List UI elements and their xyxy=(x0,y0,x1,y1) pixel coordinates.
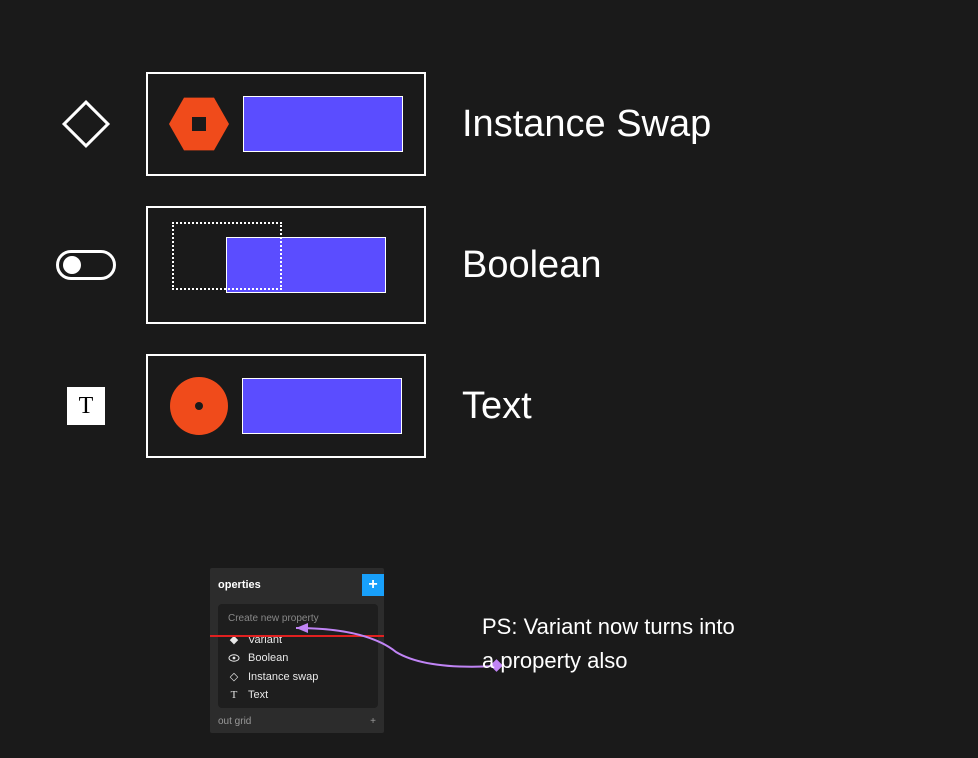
row-instance-swap: Instance Swap xyxy=(26,72,711,176)
menu-item-text[interactable]: T Text xyxy=(218,686,378,704)
menu-title: Create new property xyxy=(218,608,378,630)
toggle-icon xyxy=(56,250,116,280)
circle-icon xyxy=(170,377,228,435)
property-type-rows: Instance Swap Boolean T Text xyxy=(26,72,711,488)
diamond-small-icon: ◇ xyxy=(228,670,240,683)
text-icon-wrap: T xyxy=(26,387,146,425)
menu-item-boolean[interactable]: Boolean xyxy=(218,649,378,667)
annotation-line1: PS: Variant now turns into xyxy=(482,610,735,644)
create-property-menu: Create new property ◆ Variant Boolean ◇ … xyxy=(218,604,378,708)
annotation-text: PS: Variant now turns into a property al… xyxy=(482,610,735,678)
panel-footer-label: out grid xyxy=(218,716,251,727)
blue-rect xyxy=(243,96,403,152)
menu-item-label: Boolean xyxy=(248,652,288,664)
menu-item-variant[interactable]: ◆ Variant xyxy=(218,630,378,649)
properties-panel: operties + Create new property ◆ Variant… xyxy=(210,568,384,733)
annotation-line2: a property also xyxy=(482,644,735,678)
diamond-icon xyxy=(62,100,110,148)
blue-rect xyxy=(226,237,386,293)
panel-footer: out grid + xyxy=(210,714,384,733)
boolean-label: Boolean xyxy=(462,244,601,287)
boolean-preview xyxy=(146,206,426,324)
text-preview xyxy=(146,354,426,458)
menu-item-label: Instance swap xyxy=(248,671,318,683)
instance-swap-preview xyxy=(146,72,426,176)
row-text: T Text xyxy=(26,354,711,458)
add-property-button[interactable]: + xyxy=(362,574,384,596)
row-boolean: Boolean xyxy=(26,206,711,324)
eye-icon xyxy=(228,653,240,663)
text-label: Text xyxy=(462,385,532,428)
text-icon: T xyxy=(67,387,105,425)
plus-small-icon[interactable]: + xyxy=(370,716,376,727)
panel-header-title: operties xyxy=(218,579,261,591)
red-underline xyxy=(210,635,384,637)
boolean-icon-wrap xyxy=(26,250,146,280)
menu-item-label: Text xyxy=(248,689,268,701)
blue-rect xyxy=(242,378,402,434)
instance-swap-icon-wrap xyxy=(26,107,146,141)
panel-header: operties + xyxy=(210,568,384,602)
hexagon-icon xyxy=(169,94,229,154)
menu-item-instance-swap[interactable]: ◇ Instance swap xyxy=(218,667,378,686)
instance-swap-label: Instance Swap xyxy=(462,103,711,146)
text-small-icon: T xyxy=(228,689,240,701)
